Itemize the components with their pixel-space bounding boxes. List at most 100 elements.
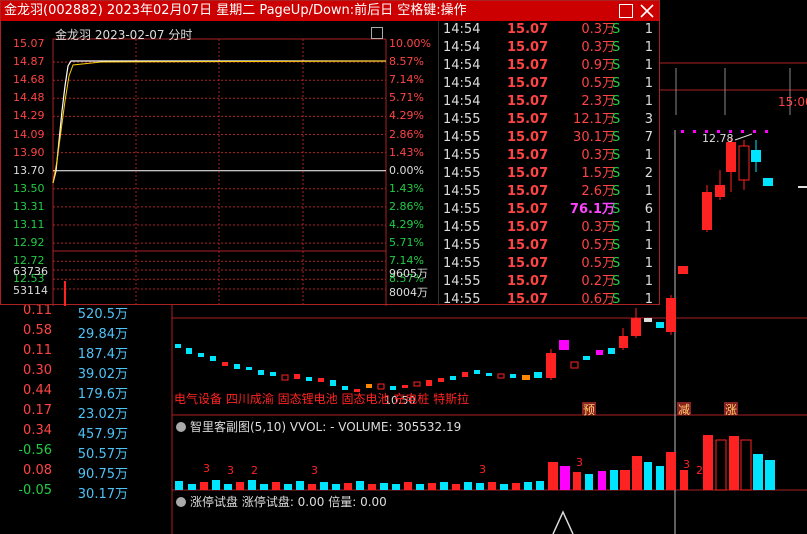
bottom-indicator-header[interactable]: 涨停试盘 涨停试盘: 0.00 倍量: 0.00 (176, 493, 387, 510)
trade-volume: 76.1万 (569, 202, 615, 217)
trade-time: 14:55 (443, 184, 481, 199)
left-list-row[interactable]: 0.17 23.02万 (0, 403, 172, 423)
percent-tick: 4.29% (389, 109, 424, 123)
trade-volume: 0.5万 (581, 76, 615, 91)
trade-row[interactable]: 14:55 15.07 2.6万 S 1 (439, 183, 660, 201)
percent-tick: 5.71% (389, 91, 424, 105)
marker-yu: 预 (583, 403, 596, 417)
left-list-row[interactable]: 0.08 90.75万 (0, 463, 172, 483)
bottom-indicator-toggle-icon[interactable] (176, 497, 186, 507)
amount-value: 187.4万 (77, 347, 128, 362)
trade-row[interactable]: 14:55 15.07 30.1万 S 7 (439, 129, 660, 147)
trade-side: S (612, 238, 621, 253)
price-tick: 12.92 (13, 236, 45, 250)
trade-row[interactable]: 14:55 15.07 0.5万 S 1 (439, 255, 660, 273)
trade-count: 1 (644, 22, 653, 37)
trade-side: S (612, 112, 621, 127)
change-value: 0.30 (23, 363, 52, 378)
percent-tick: 7.14% (389, 73, 424, 87)
left-list-row[interactable]: 0.44 179.6万 (0, 383, 172, 403)
trade-row[interactable]: 14:54 15.07 2.3万 S 1 (439, 93, 660, 111)
trade-volume: 2.3万 (581, 94, 615, 109)
trade-time: 14:54 (443, 40, 481, 55)
trade-volume: 0.5万 (581, 256, 615, 271)
minute-chart-header: 金龙羽 2023-02-07 分时 (55, 28, 193, 42)
trade-price: 15.07 (507, 148, 549, 163)
amount-value: 179.6万 (77, 387, 128, 402)
popup-title-bar[interactable]: 金龙羽(002882) 2023年02月07日 星期二 PageUp/Down:… (1, 1, 659, 21)
high-price-label: 12.78 (702, 132, 734, 145)
change-value: 0.44 (23, 383, 52, 398)
trade-row[interactable]: 14:55 15.07 0.2万 S 1 (439, 273, 660, 291)
percent-tick: 0.00% (389, 163, 424, 177)
trade-row[interactable]: 14:55 15.07 1.5万 S 2 (439, 165, 660, 183)
trade-volume: 1.5万 (581, 166, 615, 181)
indicator-header[interactable]: 智里客副图(5,10) VVOL: - VOLUME: 305532.19 (176, 418, 461, 435)
trade-price: 15.07 (507, 238, 549, 253)
trade-count: 1 (644, 256, 653, 271)
trade-row[interactable]: 14:54 15.07 0.9万 S 1 (439, 57, 660, 75)
trade-side: S (612, 202, 621, 217)
minute-chart-popup[interactable]: 金龙羽(002882) 2023年02月07日 星期二 PageUp/Down:… (0, 0, 660, 306)
chart-settings-icon[interactable] (371, 27, 383, 39)
trade-row[interactable]: 14:54 15.07 0.3万 S 1 (439, 21, 660, 39)
change-value: -0.56 (18, 443, 52, 458)
trade-row[interactable]: 14:55 15.07 0.6万 S 1 (439, 291, 660, 306)
minute-chart[interactable]: 金龙羽 2023-02-07 分时 15.07 14.87 14.68 14.48 14… (1, 21, 438, 306)
trade-time: 14:54 (443, 58, 481, 73)
amount-value: 23.02万 (77, 407, 128, 422)
trade-time: 14:55 (443, 274, 481, 289)
percent-tick: 4.29% (389, 218, 424, 231)
price-tick: 14.68 (13, 73, 45, 87)
trade-row[interactable]: 14:55 15.07 12.1万 S 3 (439, 111, 660, 129)
trade-price: 15.07 (507, 274, 549, 289)
trade-side: S (612, 166, 621, 181)
change-value: 0.08 (23, 463, 52, 478)
marker-jian: 减 (678, 403, 691, 417)
left-list-row[interactable]: 0.30 39.02万 (0, 363, 172, 383)
left-list-row[interactable]: -0.56 50.57万 (0, 443, 172, 463)
volume-tick-left: 53114 (13, 284, 48, 297)
trade-price: 15.07 (507, 256, 549, 271)
trade-volume: 0.6万 (581, 292, 615, 306)
trade-count: 1 (644, 220, 653, 235)
trade-side: S (612, 22, 621, 37)
trade-count: 1 (644, 184, 653, 199)
close-icon[interactable] (639, 3, 655, 19)
indicator-toggle-icon[interactable] (176, 422, 186, 432)
trade-price: 15.07 (507, 202, 549, 217)
trade-row[interactable]: 14:54 15.07 0.3万 S 1 (439, 39, 660, 57)
trade-side: S (612, 148, 621, 163)
trade-detail-list[interactable]: 14:54 15.07 0.3万 S 1 14:54 15.07 0.3万 S 1 14:54 15.… (438, 21, 660, 306)
trade-row[interactable]: 14:55 15.07 0.3万 S 1 (439, 219, 660, 237)
trade-price: 15.07 (507, 166, 549, 181)
trade-volume: 0.9万 (581, 58, 615, 73)
left-list-row[interactable]: 0.58 29.84万 (0, 323, 172, 343)
price-tick: 13.90 (13, 145, 45, 159)
trade-row[interactable]: 14:55 15.07 76.1万 S 6 (439, 201, 660, 219)
left-list-row[interactable]: 0.11 187.4万 (0, 343, 172, 363)
trade-price: 15.07 (507, 220, 549, 235)
percent-tick: 10.00% (389, 37, 431, 50)
vol-mark: 3 (576, 456, 583, 469)
maximize-icon[interactable] (619, 4, 633, 18)
trade-volume: 0.3万 (581, 220, 615, 235)
volume-tick-right: 9605万 (389, 267, 428, 280)
amount-value: 30.17万 (77, 487, 128, 502)
kline-candles-right (678, 138, 807, 274)
left-list-row[interactable]: 0.34 457.9万 (0, 423, 172, 443)
percent-tick: 2.86% (389, 199, 424, 213)
trade-side: S (612, 76, 621, 91)
price-tick: 14.87 (13, 55, 45, 69)
trade-count: 7 (644, 130, 653, 145)
trade-price: 15.07 (507, 112, 549, 127)
trade-count: 1 (644, 148, 653, 163)
trade-row[interactable]: 14:55 15.07 0.3万 S 1 (439, 147, 660, 165)
trade-row[interactable]: 14:54 15.07 0.5万 S 1 (439, 75, 660, 93)
change-value: 0.34 (23, 423, 52, 438)
vol-mark: 3 (311, 464, 318, 477)
trade-row[interactable]: 14:55 15.07 0.5万 S 1 (439, 237, 660, 255)
minute-chart-canvas (52, 38, 387, 306)
left-list-row[interactable]: -0.05 30.17万 (0, 483, 172, 503)
volume-tick-right: 8004万 (389, 286, 428, 299)
